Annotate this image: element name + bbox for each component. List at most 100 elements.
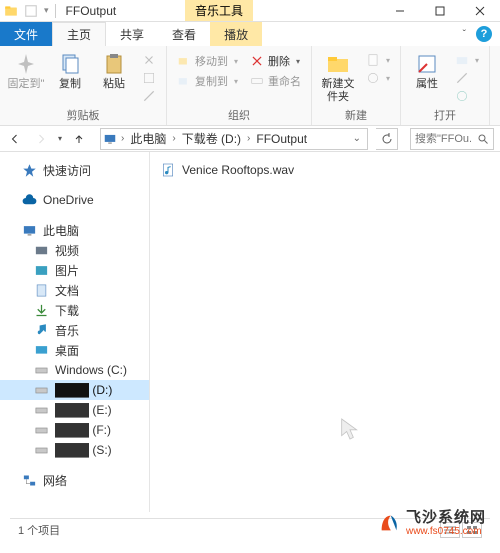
sidebar-network[interactable]: 网络	[0, 470, 149, 490]
group-label-clipboard: 剪贴板	[6, 105, 160, 123]
copypath-button[interactable]	[138, 70, 160, 86]
help-icon[interactable]: ?	[476, 26, 492, 42]
pasteshortcut-button[interactable]	[138, 88, 160, 104]
copy-button[interactable]: 复制	[50, 50, 90, 91]
sidebar-drive-c[interactable]: Windows (C:)	[0, 360, 149, 380]
search-icon	[477, 133, 489, 145]
invertselect-button[interactable]: 反向选择	[496, 92, 500, 110]
minimize-button[interactable]	[380, 0, 420, 22]
newfolder-button[interactable]: 新建文件夹	[318, 50, 358, 104]
search-input[interactable]	[415, 133, 471, 145]
ribbon-group-new: 新建文件夹 ▾ ▾ 新建	[312, 46, 401, 125]
cut-icon	[142, 53, 156, 67]
ribbon-collapse-icon[interactable]: ˇ	[463, 29, 466, 40]
pc-icon	[103, 132, 117, 146]
refresh-button[interactable]	[376, 128, 398, 150]
watermark: 飞沙系统网 www.fs0745.com	[378, 510, 486, 538]
copy-icon	[58, 52, 82, 76]
sidebar-videos[interactable]: 视频	[0, 240, 149, 260]
cut-button[interactable]	[138, 52, 160, 68]
watermark-logo-icon	[378, 512, 400, 534]
sidebar-documents[interactable]: 文档	[0, 280, 149, 300]
history-icon	[455, 89, 469, 103]
qat-properties-icon[interactable]	[24, 4, 38, 18]
history-button[interactable]	[451, 88, 483, 104]
tab-play[interactable]: 播放	[210, 22, 262, 46]
titlebar-left: ▾ FFOutput	[0, 4, 116, 18]
audio-file-icon	[160, 162, 176, 178]
sidebar-quickaccess[interactable]: 快速访问	[0, 160, 149, 180]
tab-view[interactable]: 查看	[158, 22, 210, 46]
cursor-icon	[340, 417, 360, 441]
sidebar-desktop[interactable]: 桌面	[0, 340, 149, 360]
network-icon	[22, 473, 37, 488]
watermark-url: www.fs0745.com	[406, 526, 486, 537]
contextual-tab-header: 音乐工具	[185, 0, 253, 21]
moveto-icon	[177, 54, 191, 68]
search-box[interactable]	[410, 128, 494, 150]
newitem-icon	[366, 53, 380, 67]
file-list-pane[interactable]: Venice Rooftops.wav	[150, 152, 500, 512]
navigation-pane: 快速访问 OneDrive 此电脑 视频 图片 文档 下载 音乐 桌面 Wind…	[0, 152, 150, 512]
star-icon	[22, 163, 37, 178]
open-button[interactable]: ▾	[451, 52, 483, 68]
easyaccess-button[interactable]: ▾	[362, 70, 394, 86]
shortcut-icon	[142, 89, 156, 103]
sidebar-downloads[interactable]: 下载	[0, 300, 149, 320]
copyto-button[interactable]: 复制到▾	[173, 72, 242, 90]
back-button[interactable]	[6, 130, 24, 148]
paste-button[interactable]: 粘贴	[94, 50, 134, 91]
tab-home[interactable]: 主页	[52, 22, 106, 46]
tab-share[interactable]: 共享	[106, 22, 158, 46]
qat-dropdown-icon[interactable]: ▾	[44, 5, 49, 16]
breadcrumb-thispc[interactable]: 此电脑	[126, 130, 170, 147]
address-bar[interactable]: › 此电脑 › 下载卷 (D:) › FFOutput ⌄	[100, 128, 368, 150]
forward-button[interactable]	[32, 130, 50, 148]
pin-button[interactable]: 固定到"	[6, 50, 46, 91]
file-name: Venice Rooftops.wav	[182, 163, 294, 177]
download-icon	[34, 303, 49, 318]
drive-icon	[34, 443, 49, 458]
sidebar-drive-s[interactable]: ████ (S:)	[0, 440, 149, 460]
edit-button[interactable]	[451, 70, 483, 86]
sidebar-drive-f[interactable]: ████ (F:)	[0, 420, 149, 440]
close-button[interactable]	[460, 0, 500, 22]
breadcrumb-drive[interactable]: 下载卷 (D:)	[178, 130, 245, 147]
sidebar-drive-d[interactable]: ████ (D:)	[0, 380, 149, 400]
delete-button[interactable]: 删除▾	[246, 52, 305, 70]
file-item[interactable]: Venice Rooftops.wav	[158, 160, 492, 180]
desktop-icon	[34, 343, 49, 358]
up-button[interactable]	[70, 130, 88, 148]
window-title: FFOutput	[66, 4, 117, 18]
selectall-button[interactable]: 全部选择	[496, 52, 500, 70]
moveto-button[interactable]: 移动到▾	[173, 52, 242, 70]
tab-file[interactable]: 文件	[0, 22, 52, 46]
sidebar-music[interactable]: 音乐	[0, 320, 149, 340]
sidebar-onedrive[interactable]: OneDrive	[0, 190, 149, 210]
open-icon	[455, 53, 469, 67]
sidebar-pictures[interactable]: 图片	[0, 260, 149, 280]
music-icon	[34, 323, 49, 338]
item-count: 1 个项目	[18, 522, 60, 538]
watermark-brand: 飞沙系统网	[406, 510, 486, 527]
group-label-select: 选择	[496, 110, 500, 128]
navbar: ▾ › 此电脑 › 下载卷 (D:) › FFOutput ⌄	[0, 126, 500, 152]
sidebar-thispc[interactable]: 此电脑	[0, 220, 149, 240]
pin-icon	[14, 52, 38, 76]
sidebar-drive-e[interactable]: ████ (E:)	[0, 400, 149, 420]
chevron-right-icon[interactable]: ›	[119, 133, 126, 144]
ribbon-group-clipboard: 固定到" 复制 粘贴 剪贴板	[0, 46, 167, 125]
properties-button[interactable]: 属性	[407, 50, 447, 91]
chevron-right-icon[interactable]: ›	[245, 133, 252, 144]
drive-icon	[34, 403, 49, 418]
window-controls	[380, 0, 500, 22]
rename-icon	[250, 74, 264, 88]
newitem-button[interactable]: ▾	[362, 52, 394, 68]
recent-locations-button[interactable]: ▾	[58, 134, 62, 143]
selectnone-button[interactable]: 全部取消	[496, 72, 500, 90]
breadcrumb-folder[interactable]: FFOutput	[252, 132, 311, 146]
address-dropdown-icon[interactable]: ⌄	[349, 133, 365, 144]
rename-button[interactable]: 重命名	[246, 72, 305, 90]
maximize-button[interactable]	[420, 0, 460, 22]
chevron-right-icon[interactable]: ›	[170, 133, 177, 144]
